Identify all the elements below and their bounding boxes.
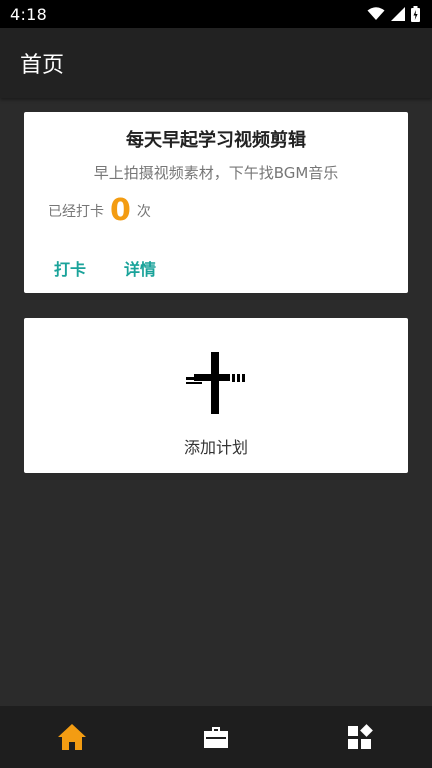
widgets-icon [348,724,373,749]
bottom-nav [0,706,432,768]
briefcase-icon [204,727,228,748]
add-plan-card[interactable]: 添加计划 [24,318,408,473]
status-icons [367,6,420,22]
cell-signal-icon [391,7,405,21]
plan-actions: 打卡 详情 [54,256,156,280]
plus-icon [186,352,245,414]
add-plan-label: 添加计划 [183,438,248,457]
checkin-button[interactable]: 打卡 [54,256,86,280]
nav-home[interactable] [42,706,102,768]
app-bar: 首页 [0,28,432,98]
nav-widgets[interactable] [330,706,390,768]
checkin-count-suffix: 次 [136,204,151,220]
home-icon [58,724,86,750]
details-button[interactable]: 详情 [124,256,156,280]
checkin-count-row: 已经打卡 0 次 [48,196,151,226]
plan-description: 早上拍摄视频素材，下午找BGM音乐 [93,164,339,182]
status-bar: 4:18 [0,0,432,28]
plan-title: 每天早起学习视频剪辑 [126,130,306,151]
status-time: 4:18 [10,4,48,24]
checkin-count: 0 [110,193,131,228]
plan-card[interactable]: 每天早起学习视频剪辑 早上拍摄视频素材，下午找BGM音乐 已经打卡 0 次 打卡… [24,112,408,293]
checkin-count-prefix: 已经打卡 [48,204,104,220]
nav-briefcase[interactable] [186,706,246,768]
battery-icon [411,6,420,22]
page-title: 首页 [20,53,65,78]
wifi-icon [367,7,385,20]
